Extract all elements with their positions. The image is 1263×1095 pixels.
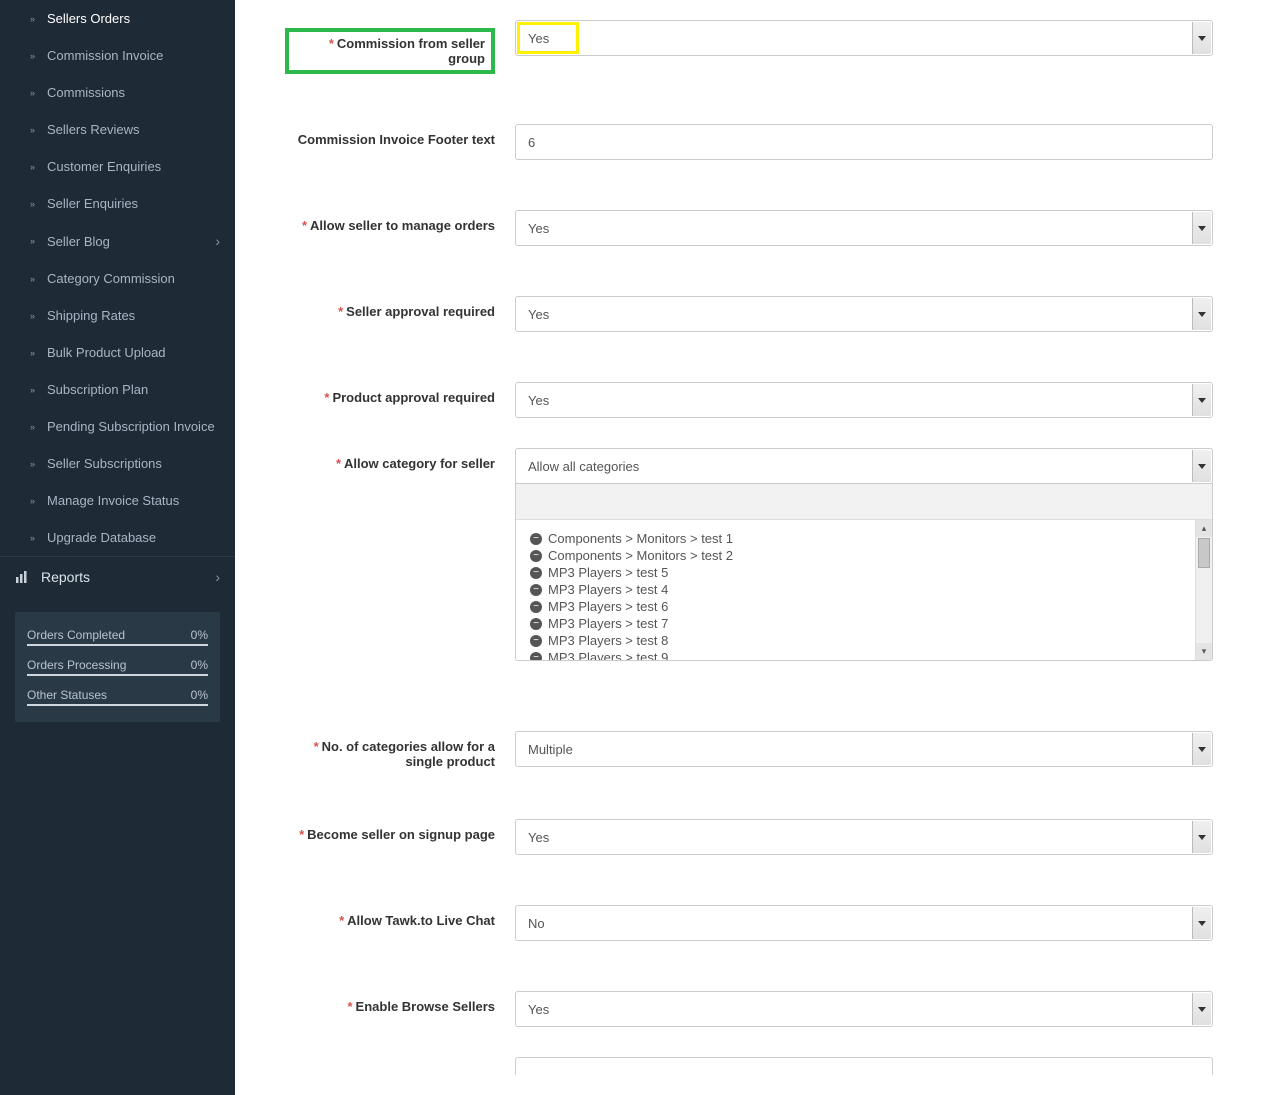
chevron-down-icon (1192, 993, 1211, 1025)
select-become-seller-signup[interactable]: Yes (515, 819, 1213, 855)
list-item[interactable]: −MP3 Players > test 7 (530, 615, 1198, 632)
minus-icon: − (530, 601, 542, 613)
input-commission-invoice-footer[interactable] (515, 124, 1213, 160)
chevron-down-icon (1192, 733, 1211, 765)
sidebar-item-subscription-plan[interactable]: »Subscription Plan (0, 371, 235, 408)
chevron-right-icon: » (30, 533, 35, 543)
minus-icon: − (530, 533, 542, 545)
chevron-down-icon (1192, 384, 1211, 416)
stat-other-statuses: Other Statuses0% (27, 682, 208, 704)
category-list-body[interactable]: −Components > Monitors > test 1 −Compone… (516, 520, 1212, 660)
main-content: *Commission from seller group Yes Commis… (235, 0, 1263, 1095)
list-item[interactable]: −MP3 Players > test 4 (530, 581, 1198, 598)
stats-panel: Orders Completed0% Orders Processing0% O… (15, 612, 220, 722)
chevron-right-icon: › (215, 569, 220, 585)
list-item[interactable]: −MP3 Players > test 9 (530, 649, 1198, 660)
chevron-down-icon (1192, 22, 1211, 54)
list-item[interactable]: −Components > Monitors > test 2 (530, 547, 1198, 564)
select-allow-category-for-seller[interactable]: Allow all categories (515, 448, 1213, 484)
category-list-header (516, 484, 1212, 520)
stat-orders-processing: Orders Processing0% (27, 652, 208, 674)
select-seller-approval-required[interactable]: Yes (515, 296, 1213, 332)
progress-bar (27, 644, 208, 646)
sidebar-item-upgrade-database[interactable]: »Upgrade Database (0, 519, 235, 556)
select-num-categories[interactable]: Multiple (515, 731, 1213, 767)
minus-icon: − (530, 652, 542, 661)
label-commission-from-seller-group: *Commission from seller group (285, 20, 515, 74)
chevron-right-icon: » (30, 459, 35, 469)
sidebar-item-customer-enquiries[interactable]: »Customer Enquiries (0, 148, 235, 185)
label-become-seller-signup: *Become seller on signup page (285, 819, 515, 842)
stat-orders-completed: Orders Completed0% (27, 622, 208, 644)
select-partial[interactable] (515, 1057, 1213, 1075)
minus-icon: − (530, 635, 542, 647)
chevron-right-icon: » (30, 311, 35, 321)
chevron-down-icon (1192, 212, 1211, 244)
chevron-right-icon: » (30, 274, 35, 284)
label-num-categories: *No. of categories allow for a single pr… (285, 731, 515, 769)
chevron-right-icon: » (30, 422, 35, 432)
progress-bar (27, 704, 208, 706)
scroll-down-icon[interactable]: ▾ (1196, 643, 1212, 660)
sidebar-item-commission-invoice[interactable]: »Commission Invoice (0, 37, 235, 74)
chevron-right-icon: » (30, 385, 35, 395)
select-enable-browse-sellers[interactable]: Yes (515, 991, 1213, 1027)
bar-chart-icon (15, 570, 29, 584)
chevron-right-icon: » (30, 236, 35, 246)
sidebar-item-seller-subscriptions[interactable]: »Seller Subscriptions (0, 445, 235, 482)
scroll-thumb[interactable] (1198, 538, 1210, 568)
list-item[interactable]: −Components > Monitors > test 1 (530, 530, 1198, 547)
chevron-right-icon: » (30, 162, 35, 172)
select-allow-tawk[interactable]: No (515, 905, 1213, 941)
chevron-down-icon (1192, 907, 1211, 939)
label-seller-approval-required: *Seller approval required (285, 296, 515, 319)
list-item[interactable]: −MP3 Players > test 5 (530, 564, 1198, 581)
label-allow-tawk: *Allow Tawk.to Live Chat (285, 905, 515, 928)
chevron-right-icon: » (30, 125, 35, 135)
sidebar-item-commissions[interactable]: »Commissions (0, 74, 235, 111)
label-allow-category-for-seller: *Allow category for seller (285, 448, 515, 471)
label-commission-invoice-footer: Commission Invoice Footer text (285, 124, 515, 147)
label-product-approval-required: *Product approval required (285, 382, 515, 405)
minus-icon: − (530, 550, 542, 562)
chevron-right-icon: › (215, 233, 220, 249)
sidebar-item-seller-blog[interactable]: »Seller Blog› (0, 222, 235, 260)
chevron-down-icon (1192, 450, 1211, 482)
list-item[interactable]: −MP3 Players > test 8 (530, 632, 1198, 649)
chevron-down-icon (1192, 298, 1211, 330)
select-allow-seller-manage-orders[interactable]: Yes (515, 210, 1213, 246)
sidebar-menu: »Sellers Orders »Commission Invoice »Com… (0, 0, 235, 556)
sidebar-item-bulk-product-upload[interactable]: »Bulk Product Upload (0, 334, 235, 371)
chevron-right-icon: » (30, 348, 35, 358)
label-enable-browse-sellers: *Enable Browse Sellers (285, 991, 515, 1014)
minus-icon: − (530, 618, 542, 630)
chevron-right-icon: » (30, 14, 35, 24)
select-product-approval-required[interactable]: Yes (515, 382, 1213, 418)
sidebar-item-shipping-rates[interactable]: »Shipping Rates (0, 297, 235, 334)
progress-bar (27, 674, 208, 676)
sidebar-item-sellers-orders[interactable]: »Sellers Orders (0, 0, 235, 37)
list-item[interactable]: −MP3 Players > test 6 (530, 598, 1198, 615)
sidebar-item-category-commission[interactable]: »Category Commission (0, 260, 235, 297)
minus-icon: − (530, 567, 542, 579)
sidebar: »Sellers Orders »Commission Invoice »Com… (0, 0, 235, 1095)
label-allow-seller-manage-orders: *Allow seller to manage orders (285, 210, 515, 233)
scrollbar[interactable]: ▴ ▾ (1195, 520, 1212, 660)
sidebar-item-seller-enquiries[interactable]: »Seller Enquiries (0, 185, 235, 222)
category-list-box: −Components > Monitors > test 1 −Compone… (515, 483, 1213, 661)
chevron-right-icon: » (30, 496, 35, 506)
sidebar-item-sellers-reviews[interactable]: »Sellers Reviews (0, 111, 235, 148)
sidebar-item-manage-invoice-status[interactable]: »Manage Invoice Status (0, 482, 235, 519)
sidebar-item-reports[interactable]: Reports › (0, 556, 235, 597)
select-commission-from-seller-group[interactable]: Yes (515, 20, 1213, 56)
chevron-right-icon: » (30, 51, 35, 61)
sidebar-item-pending-subscription-invoice[interactable]: »Pending Subscription Invoice (0, 408, 235, 445)
chevron-right-icon: » (30, 199, 35, 209)
scroll-up-icon[interactable]: ▴ (1196, 520, 1212, 537)
minus-icon: − (530, 584, 542, 596)
chevron-down-icon (1192, 821, 1211, 853)
chevron-right-icon: » (30, 88, 35, 98)
